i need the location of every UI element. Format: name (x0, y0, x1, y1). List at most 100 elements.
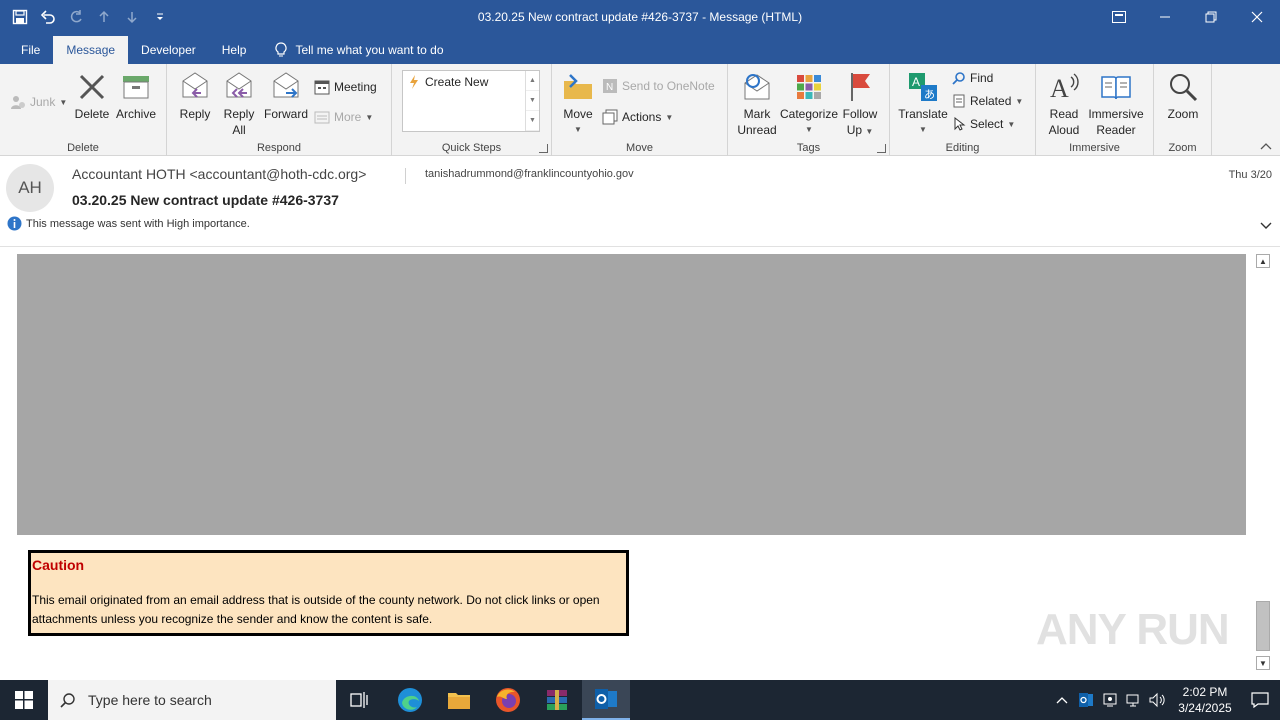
customize-toolbar-icon[interactable] (148, 5, 172, 29)
winrar-button[interactable] (533, 680, 581, 720)
message-subject: 03.20.25 New contract update #426-3737 (72, 192, 339, 208)
immersive-reader-button[interactable]: Immersive Reader (1086, 70, 1146, 138)
tray-meet-icon[interactable] (1098, 680, 1122, 720)
move-group-label: Move (626, 142, 653, 154)
junk-button[interactable]: Junk ▼ (10, 92, 67, 112)
message-date: Thu 3/20 (1228, 169, 1272, 181)
collapse-ribbon-icon[interactable] (1260, 139, 1272, 153)
reply-all-button[interactable]: Reply All (221, 70, 257, 138)
task-view-icon (350, 692, 368, 708)
more-button[interactable]: More ▼ (314, 107, 373, 127)
reply-all-icon (222, 70, 256, 104)
read-aloud-button[interactable]: A Read Aloud (1044, 70, 1084, 138)
caution-text: This email originated from an email addr… (32, 593, 600, 626)
mark-unread-button[interactable]: Mark Unread (734, 70, 780, 138)
forward-button[interactable]: Forward (263, 70, 309, 122)
create-new-quick-step[interactable]: Create New (409, 75, 488, 89)
immersive-group: A Read Aloud Immersive Reader Immersive (1036, 64, 1154, 156)
vertical-scrollbar[interactable]: ▲ ▼ (1256, 254, 1272, 670)
select-button[interactable]: Select ▼ (952, 114, 1015, 134)
tab-message[interactable]: Message (53, 36, 129, 64)
avatar: AH (6, 164, 54, 212)
forward-icon (269, 70, 303, 104)
categorize-icon (792, 70, 826, 104)
close-icon[interactable] (1234, 0, 1280, 34)
undo-icon[interactable] (36, 5, 60, 29)
clock-time: 2:02 PM (1182, 685, 1228, 699)
save-icon[interactable] (8, 5, 32, 29)
quick-steps-group-label: Quick Steps (441, 142, 502, 154)
lightbulb-icon (275, 42, 287, 57)
scroll-down-arrow-icon[interactable]: ▼ (1256, 656, 1270, 670)
taskbar-search[interactable]: Type here to search (48, 680, 336, 720)
zoom-icon (1166, 70, 1200, 104)
archive-icon (119, 70, 153, 104)
calendar-icon (314, 80, 330, 95)
immersive-group-label: Immersive (1069, 142, 1120, 154)
tab-help[interactable]: Help (209, 36, 260, 64)
tab-developer[interactable]: Developer (128, 36, 209, 64)
reply-button[interactable]: Reply (177, 70, 213, 122)
send-to-onenote-button[interactable]: N Send to OneNote (602, 76, 715, 96)
delete-group: Junk ▼ Delete Archive Delete (0, 64, 167, 156)
edge-icon (398, 688, 422, 712)
svg-text:A: A (912, 75, 920, 89)
zoom-group: Zoom Zoom (1154, 64, 1212, 156)
outlook-icon (595, 689, 617, 709)
translate-button[interactable]: Aあ Translate ▼ (898, 70, 948, 138)
move-button[interactable]: Move ▼ (560, 70, 596, 138)
follow-up-button[interactable]: Follow Up ▼ (840, 70, 880, 140)
tags-group: Mark Unread Categorize ▼ Follow Up ▼ Tag… (728, 64, 890, 156)
volume-icon[interactable] (1146, 680, 1170, 720)
importance-notice: This message was sent with High importan… (7, 216, 250, 231)
next-item-icon[interactable] (120, 5, 144, 29)
start-button[interactable] (0, 680, 48, 720)
firefox-button[interactable] (484, 680, 532, 720)
title-bar: 03.20.25 New contract update #426-3737 -… (0, 0, 1280, 34)
related-button[interactable]: Related ▼ (952, 91, 1023, 111)
sender[interactable]: Accountant HOTH <accountant@hoth-cdc.org… (72, 166, 366, 182)
minimize-icon[interactable] (1142, 0, 1188, 34)
quick-access-toolbar (8, 0, 172, 34)
scrollbar-thumb[interactable] (1256, 601, 1270, 651)
expand-gallery-icon[interactable]: ▼ (526, 111, 539, 131)
previous-item-icon[interactable] (92, 5, 116, 29)
restore-icon[interactable] (1188, 0, 1234, 34)
actions-button[interactable]: Actions ▼ (602, 107, 673, 127)
network-icon[interactable] (1122, 680, 1146, 720)
archive-button[interactable]: Archive (114, 70, 158, 122)
clock[interactable]: 2:02 PM 3/24/2025 (1170, 684, 1240, 716)
scroll-up-arrow-icon[interactable]: ▲ (1256, 254, 1270, 268)
task-view-button[interactable] (336, 680, 384, 720)
junk-icon (11, 96, 25, 109)
tell-me-box[interactable]: Tell me what you want to do (259, 36, 444, 64)
watermark: ANY RUN (1036, 605, 1230, 654)
find-button[interactable]: Find (952, 68, 993, 88)
scroll-down-icon[interactable]: ▼ (526, 91, 539, 111)
scroll-up-icon[interactable]: ▲ (526, 71, 539, 91)
folder-icon (448, 693, 470, 709)
clock-date: 3/24/2025 (1178, 701, 1232, 715)
taskbar: Type here to search 2:02 PM 3/24/2025 (0, 680, 1280, 720)
outlook-taskbar-button[interactable] (582, 680, 630, 720)
edge-taskbar-button[interactable] (386, 680, 434, 720)
blocked-image (17, 254, 1246, 535)
delete-icon (75, 70, 109, 104)
recipient[interactable]: tanishadrummond@franklincountyohio.gov (425, 168, 634, 180)
reply-icon (178, 70, 212, 104)
tray-outlook-icon[interactable] (1074, 680, 1098, 720)
delete-button[interactable]: Delete (72, 70, 112, 122)
categorize-button[interactable]: Categorize ▼ (780, 70, 838, 138)
zoom-button[interactable]: Zoom (1163, 70, 1203, 122)
move-folder-icon (561, 70, 595, 104)
winrar-icon (547, 690, 567, 710)
tray-chevron-up-icon[interactable] (1050, 680, 1074, 720)
expand-header-icon[interactable] (1260, 219, 1272, 233)
find-icon (952, 72, 965, 85)
tab-file[interactable]: File (8, 36, 53, 64)
notification-center-icon[interactable] (1240, 680, 1280, 720)
meeting-button[interactable]: Meeting (314, 77, 377, 97)
file-explorer-button[interactable] (435, 680, 483, 720)
redo-icon[interactable] (64, 5, 88, 29)
ribbon-display-options-icon[interactable] (1096, 0, 1142, 34)
